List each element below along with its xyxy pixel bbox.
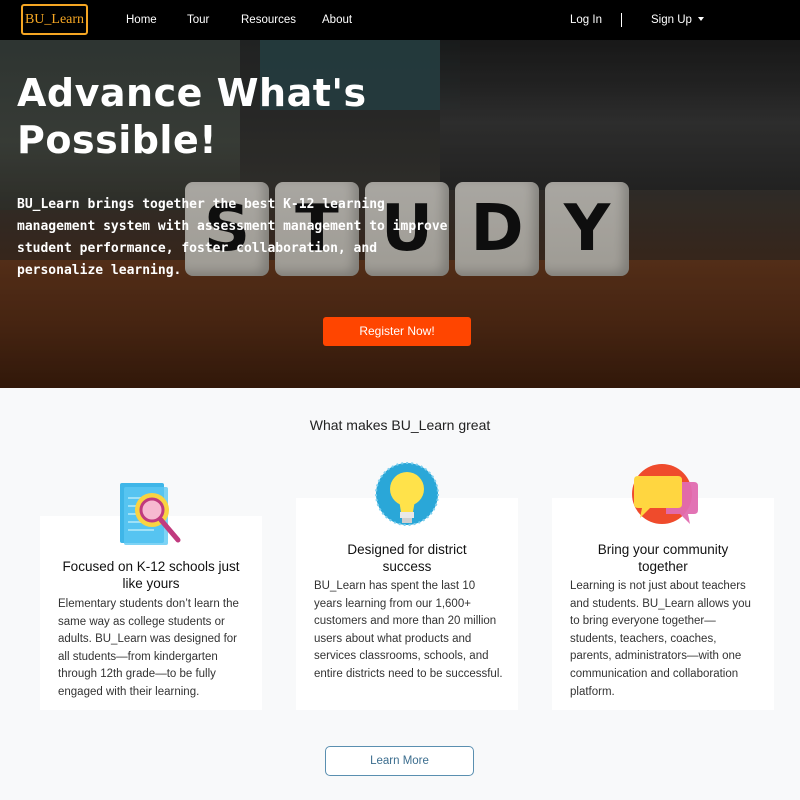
signup-label: Sign Up bbox=[651, 14, 692, 26]
nav-link-tour[interactable]: Tour bbox=[187, 0, 209, 40]
login-link[interactable]: Log In bbox=[570, 0, 602, 40]
hero-banner: S T U D Y Advance What's Possible! BU_Le… bbox=[0, 40, 800, 388]
card-body: Learning is not just about teachers and … bbox=[570, 580, 751, 698]
nav-link-about[interactable]: About bbox=[322, 0, 352, 40]
nav-link-home[interactable]: Home bbox=[126, 0, 157, 40]
navbar: BU_Learn Home Tour Resources About Log I… bbox=[0, 0, 800, 40]
card-body: BU_Learn has spent the last 10 years lea… bbox=[314, 580, 503, 680]
learn-more-button[interactable]: Learn More bbox=[325, 746, 474, 776]
document-magnifier-icon bbox=[120, 483, 181, 545]
chat-bubbles-icon bbox=[632, 464, 698, 524]
card-title: Designed for district success bbox=[347, 542, 467, 574]
register-button[interactable]: Register Now! bbox=[323, 317, 471, 346]
features-heading: What makes BU_Learn great bbox=[309, 417, 491, 433]
lightbulb-icon bbox=[375, 462, 439, 526]
feature-card-community: Bring your community together Learning i… bbox=[552, 498, 774, 710]
hero-description: BU_Learn brings together the best K-12 l… bbox=[17, 197, 448, 278]
hero-title: Advance What's Possible! bbox=[17, 71, 367, 162]
caret-down-icon bbox=[697, 16, 704, 21]
card-body: Elementary students don’t learn the same… bbox=[58, 598, 239, 698]
nav-divider bbox=[621, 13, 622, 27]
signup-dropdown[interactable]: Sign Up bbox=[651, 0, 704, 40]
card-title: Focused on K-12 schools just like yours bbox=[62, 559, 240, 591]
nav-link-resources[interactable]: Resources bbox=[241, 0, 296, 40]
card-title: Bring your community together bbox=[597, 542, 729, 574]
brand-logo[interactable]: BU_Learn bbox=[21, 4, 88, 35]
